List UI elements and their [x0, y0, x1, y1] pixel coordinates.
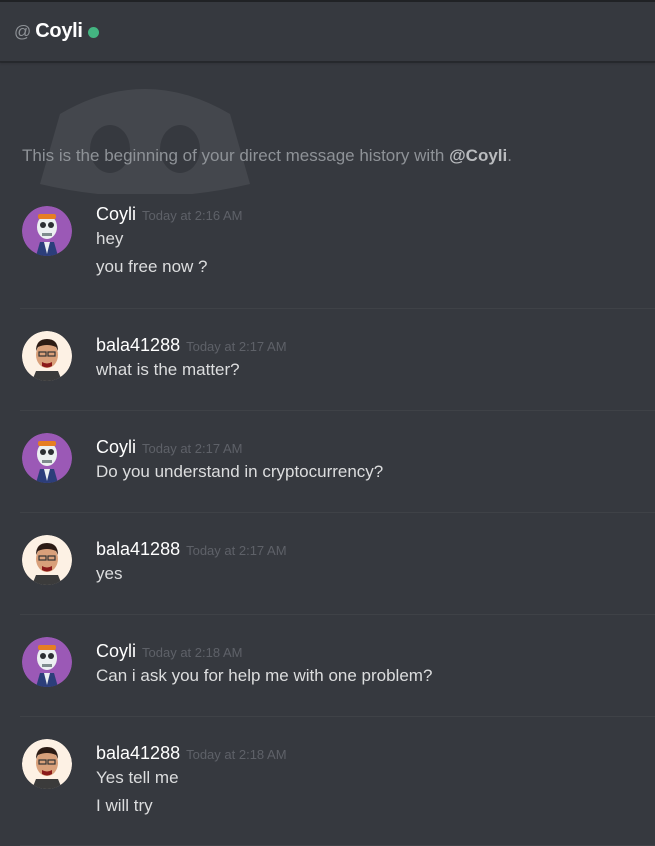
- channel-header: @ Coyli: [0, 2, 655, 62]
- timestamp[interactable]: Today at 2:17 AM: [186, 543, 286, 558]
- username[interactable]: bala41288: [96, 539, 180, 560]
- message-group: Coyli Today at 2:17 AM Do you understand…: [0, 411, 655, 512]
- man-avatar[interactable]: [22, 739, 72, 789]
- skeleton-avatar[interactable]: [22, 206, 72, 256]
- message-group: bala41288 Today at 2:17 AM yes: [0, 513, 655, 614]
- man-avatar[interactable]: [22, 331, 72, 381]
- message-header: Coyli Today at 2:16 AM: [96, 200, 655, 225]
- message-text: Can i ask you for help me with one probl…: [96, 666, 433, 685]
- message-text: I will try: [96, 796, 153, 815]
- man-avatar[interactable]: [22, 535, 72, 585]
- timestamp[interactable]: Today at 2:17 AM: [186, 339, 286, 354]
- timestamp[interactable]: Today at 2:18 AM: [142, 645, 242, 660]
- message-header: bala41288 Today at 2:18 AM: [96, 739, 655, 764]
- skeleton-avatar[interactable]: [22, 433, 72, 483]
- online-status-icon: [87, 27, 99, 38]
- intro-suffix: .: [507, 146, 512, 165]
- message-list: Coyli Today at 2:16 AM hey you free now …: [0, 200, 655, 846]
- message-group: Coyli Today at 2:16 AM hey you free now …: [0, 200, 655, 294]
- message-header: bala41288 Today at 2:17 AM: [96, 535, 655, 560]
- intro-mention[interactable]: @Coyli: [449, 146, 507, 165]
- message-text: what is the matter?: [96, 360, 240, 379]
- recipient-name[interactable]: Coyli: [35, 20, 83, 43]
- message-text: Yes tell me: [96, 768, 179, 787]
- username[interactable]: bala41288: [96, 335, 180, 356]
- discord-logo-watermark-icon: [40, 89, 250, 194]
- timestamp[interactable]: Today at 2:18 AM: [186, 747, 286, 762]
- message-text: Do you understand in cryptocurrency?: [96, 462, 384, 481]
- username[interactable]: Coyli: [96, 641, 136, 662]
- dm-window: @ Coyli This is the beginning of your di…: [0, 0, 655, 846]
- message-group: bala41288 Today at 2:18 AM Yes tell me I…: [0, 717, 655, 845]
- message-header: Coyli Today at 2:17 AM: [96, 433, 655, 458]
- message-header: Coyli Today at 2:18 AM: [96, 637, 655, 662]
- username[interactable]: Coyli: [96, 204, 136, 225]
- username[interactable]: Coyli: [96, 437, 136, 458]
- message-text: yes: [96, 564, 123, 583]
- message-text: hey: [96, 229, 124, 248]
- at-icon: @: [14, 21, 32, 41]
- message-group: bala41288 Today at 2:17 AM what is the m…: [0, 309, 655, 410]
- timestamp[interactable]: Today at 2:16 AM: [142, 208, 242, 223]
- skeleton-avatar[interactable]: [22, 637, 72, 687]
- timestamp[interactable]: Today at 2:17 AM: [142, 441, 242, 456]
- intro-prefix: This is the beginning of your direct mes…: [22, 146, 450, 165]
- message-header: bala41288 Today at 2:17 AM: [96, 331, 655, 356]
- message-text: you free now ?: [96, 257, 208, 276]
- username[interactable]: bala41288: [96, 743, 180, 764]
- message-group: Coyli Today at 2:18 AM Can i ask you for…: [0, 615, 655, 716]
- dm-intro-text: This is the beginning of your direct mes…: [22, 146, 512, 166]
